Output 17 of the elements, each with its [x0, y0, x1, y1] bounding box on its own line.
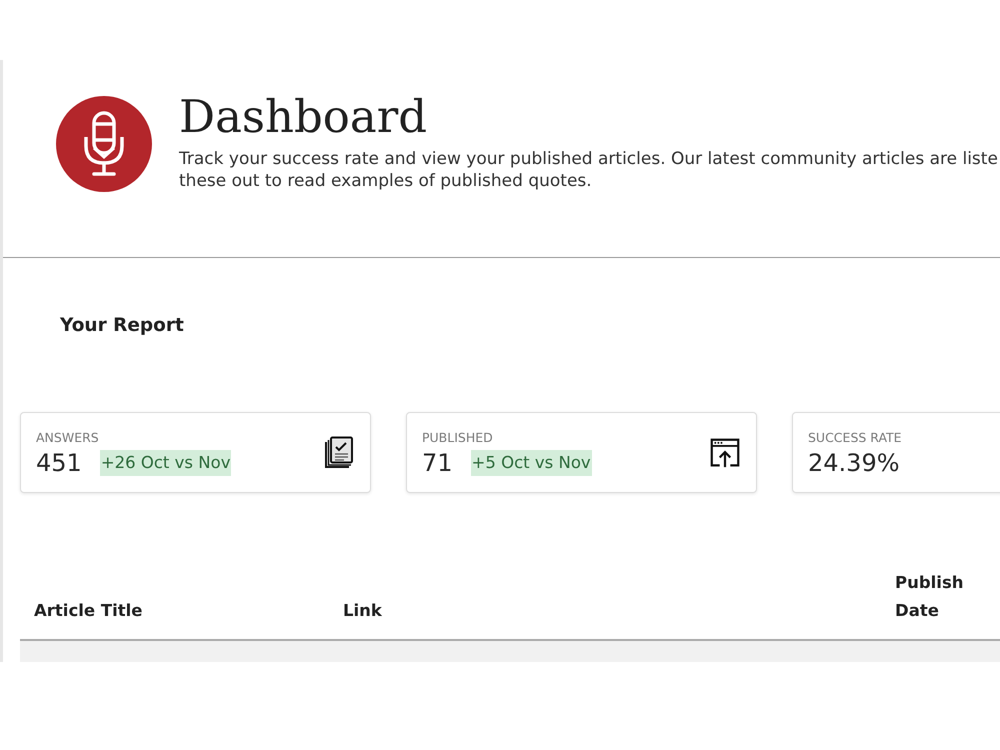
- checklist-document-icon: [324, 436, 354, 470]
- section-title: Your Report: [60, 314, 185, 338]
- stat-value: 451: [36, 448, 82, 478]
- microphone-icon: [56, 96, 152, 192]
- column-header: Link: [342, 600, 383, 622]
- column-header: Publish Date: [894, 572, 965, 622]
- page-description: Track your success rate and view your published articles. Our latest community articles are liste these out to read examples of published quotes.: [179, 148, 998, 192]
- stat-value: 24.39%: [808, 448, 900, 478]
- stat-label: SUCCESS RATE: [808, 430, 902, 446]
- stat-value: 71: [422, 448, 453, 478]
- column-header: Article Title: [33, 600, 144, 622]
- change-badge: +26 Oct vs Nov: [100, 450, 232, 476]
- stat-label: ANSWERS: [36, 430, 99, 446]
- window-upload-icon: [710, 436, 740, 470]
- page-title: Dashboard: [179, 91, 428, 143]
- stat-label: PUBLISHED: [422, 430, 493, 446]
- change-badge: +5 Oct vs Nov: [470, 450, 592, 476]
